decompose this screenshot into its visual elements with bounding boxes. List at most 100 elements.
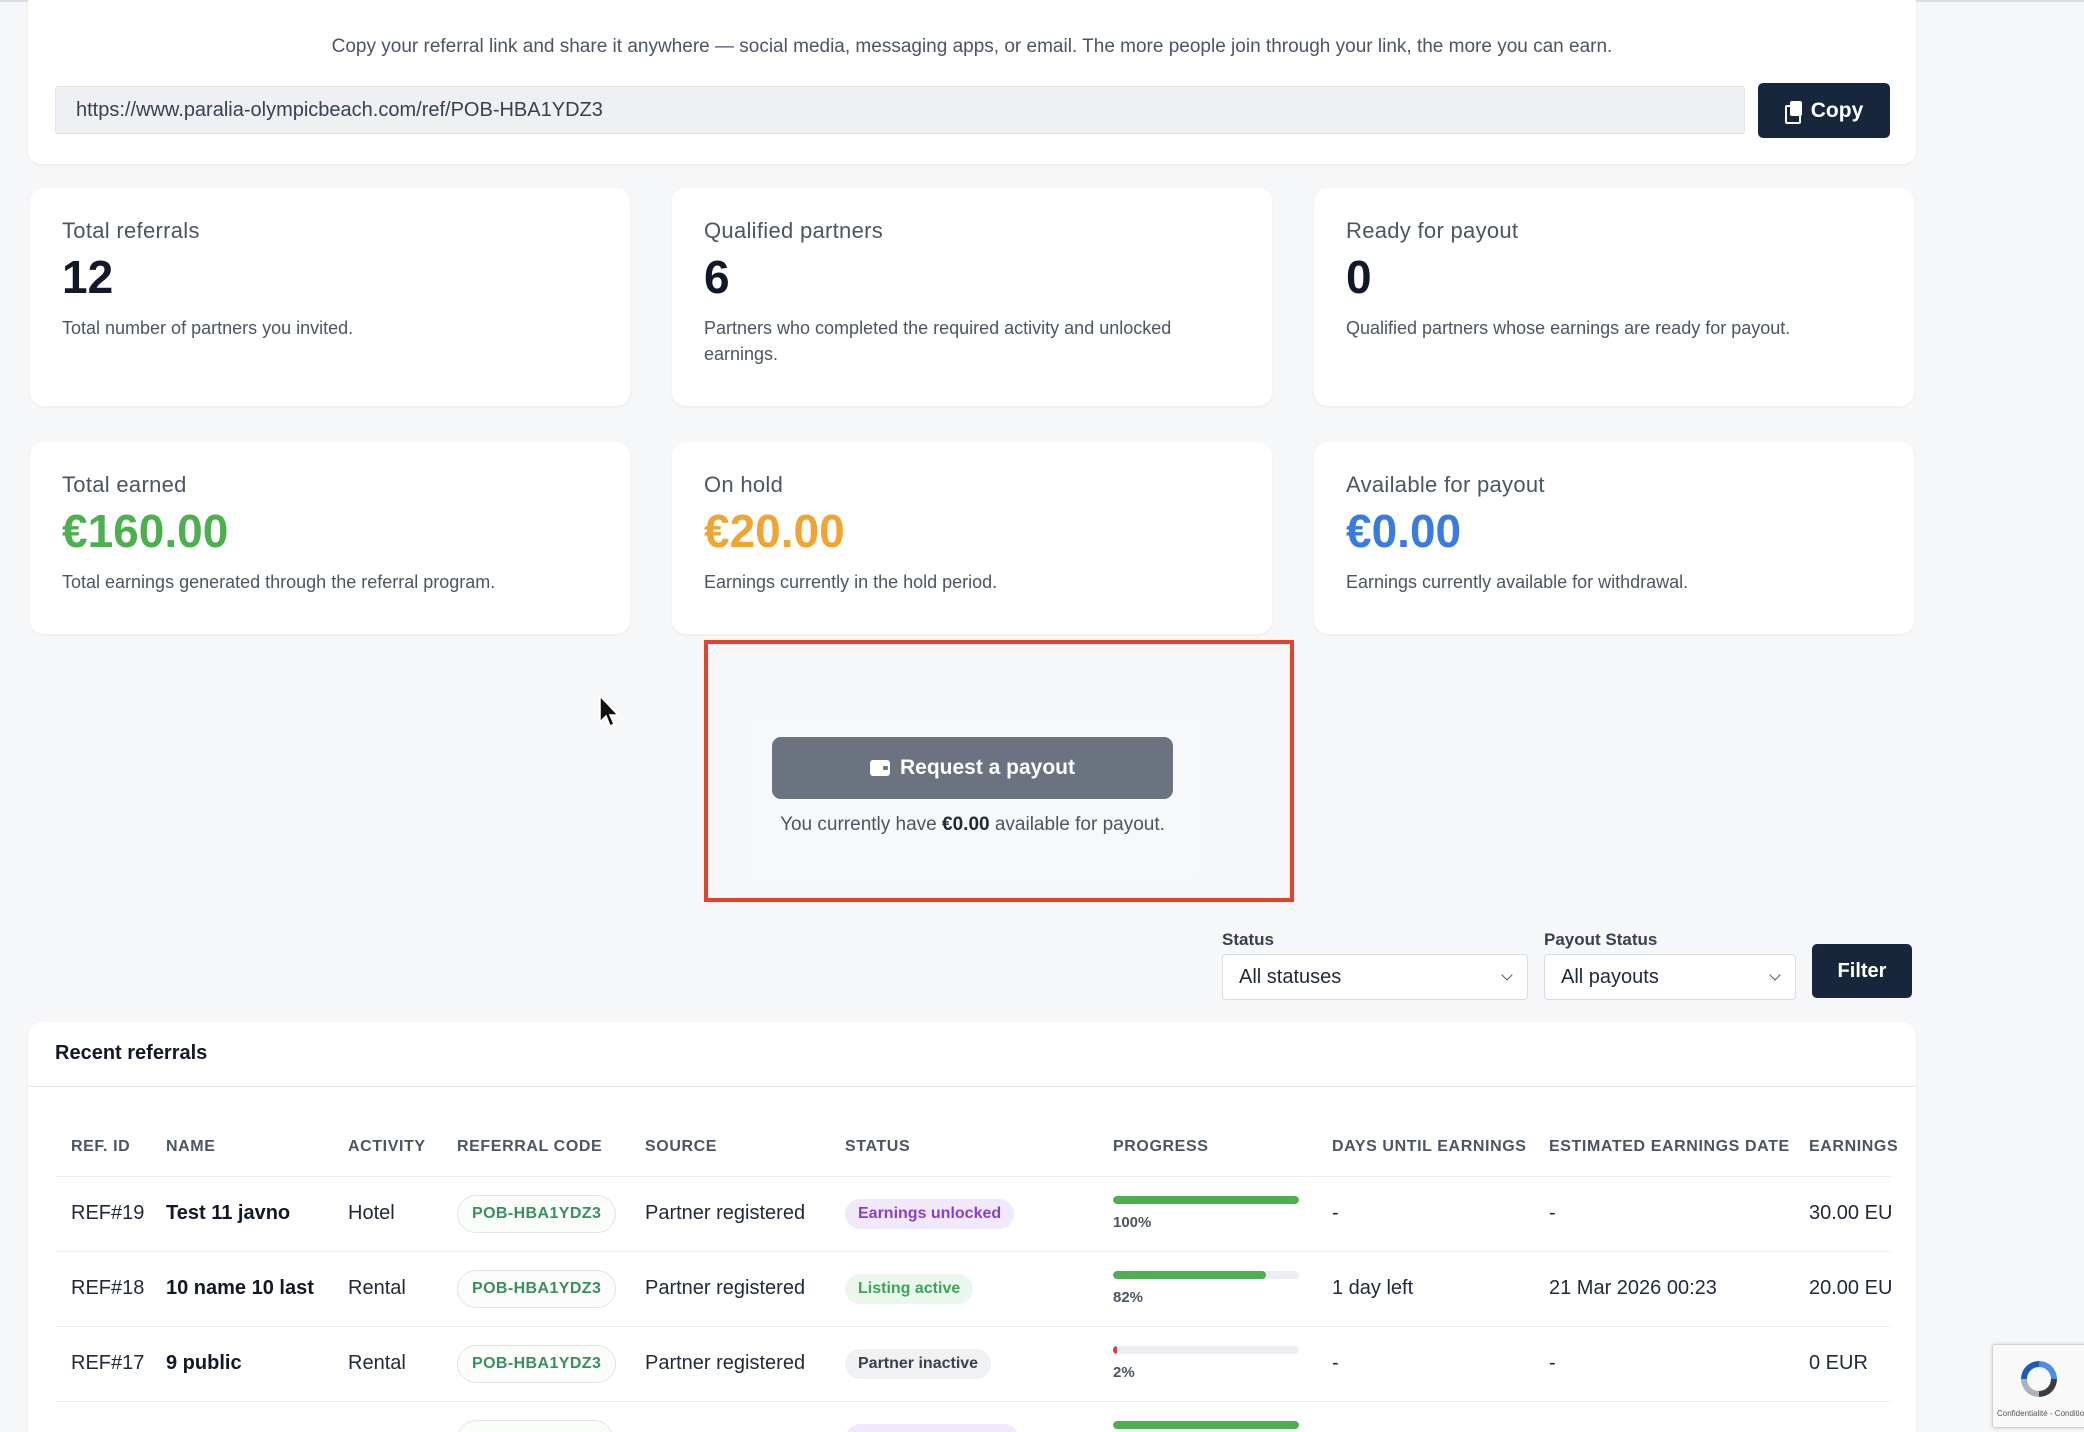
row-divider xyxy=(55,1251,1891,1252)
payout-available-amount: €0.00 xyxy=(942,814,990,835)
stat-card-total-referrals: Total referrals 12 Total number of partn… xyxy=(30,188,630,406)
stat-value: 6 xyxy=(704,251,730,303)
referral-link-intro: Copy your referral link and share it any… xyxy=(331,36,1613,57)
cell-source: Partner registered xyxy=(645,1277,806,1299)
cell-activity: Hotel xyxy=(348,1202,395,1224)
filter-button[interactable]: Filter xyxy=(1812,944,1912,998)
cell-days-until-earnings: - xyxy=(1332,1202,1339,1224)
column-header-progress: PROGRESS xyxy=(1113,1138,1209,1155)
stat-value: €160.00 xyxy=(62,505,229,557)
cell-days-until-earnings: - xyxy=(1332,1352,1339,1374)
row-divider xyxy=(55,1401,1891,1402)
stat-description: Earnings currently available for withdra… xyxy=(1346,571,1689,592)
progress-bar-fill xyxy=(1113,1346,1117,1354)
cell-source: Partner registered xyxy=(645,1352,806,1374)
cell-earnings: 20.00 EUR xyxy=(1809,1277,1891,1299)
stat-label: Total earned xyxy=(62,472,187,497)
column-header-referral-code: REFERRAL CODE xyxy=(457,1138,603,1155)
recent-referrals-card: Recent referrals REF. ID NAME ACTIVITY R… xyxy=(28,1022,1916,1432)
column-header-days-until-earnings: DAYS UNTIL EARNINGS xyxy=(1332,1138,1527,1155)
column-header-status: STATUS xyxy=(845,1138,911,1155)
cell-earnings: 30.00 EUR xyxy=(1809,1202,1891,1224)
row-divider xyxy=(55,1176,1891,1177)
referral-code-badge: POB-HBA1YDZ3 xyxy=(457,1345,617,1383)
status-badge: Partner inactive xyxy=(845,1349,992,1379)
cell-ref-id: REF#18 xyxy=(71,1277,145,1299)
stat-value: 0 xyxy=(1346,251,1372,303)
status-filter-value: All statuses xyxy=(1239,965,1342,988)
stat-label: Qualified partners xyxy=(704,218,884,243)
column-header-source: SOURCE xyxy=(645,1138,718,1155)
column-header-estimated-earnings-date: ESTIMATED EARNINGS DATE xyxy=(1549,1138,1790,1155)
payout-status-filter-label: Payout Status xyxy=(1544,930,1658,949)
cell-ref-id: REF#17 xyxy=(71,1352,145,1374)
cell-ref-id: REF#19 xyxy=(71,1202,145,1224)
stat-card-on-hold: On hold €20.00 Earnings currently in the… xyxy=(672,442,1272,634)
mouse-cursor-icon xyxy=(599,694,620,728)
cell-activity: Rental xyxy=(348,1277,406,1299)
progress-bar xyxy=(1113,1421,1299,1429)
progress-bar xyxy=(1113,1196,1299,1204)
progress-bar-fill xyxy=(1113,1271,1266,1279)
stat-value: €20.00 xyxy=(704,505,845,557)
payout-available-note: You currently have €0.00 available for p… xyxy=(780,814,1165,835)
request-payout-button[interactable]: Request a payout xyxy=(772,737,1173,799)
request-payout-label: Request a payout xyxy=(899,756,1076,779)
stat-card-available-for-payout: Available for payout €0.00 Earnings curr… xyxy=(1314,442,1914,634)
column-header-ref-id: REF. ID xyxy=(71,1138,131,1155)
cell-days-until-earnings: 1 day left xyxy=(1332,1277,1414,1299)
stat-label: Ready for payout xyxy=(1346,218,1519,243)
progress-bar xyxy=(1113,1346,1299,1354)
stat-description: Total earnings generated through the ref… xyxy=(62,571,496,592)
card-header-divider xyxy=(28,1086,1916,1087)
stat-description: Qualified partners whose earnings are re… xyxy=(1346,317,1791,338)
stat-card-qualified-partners: Qualified partners 6 Partners who comple… xyxy=(672,188,1272,406)
referral-link-input[interactable] xyxy=(55,86,1745,134)
referral-code-badge: POB-HBA1YDZ3 xyxy=(457,1195,617,1233)
status-badge xyxy=(845,1424,1019,1432)
status-badge: Listing active xyxy=(845,1274,974,1304)
recaptcha-badge[interactable]: Confidentialité - Conditions xyxy=(1992,1344,2084,1428)
stat-label: Available for payout xyxy=(1346,472,1545,497)
stat-description: Total number of partners you invited. xyxy=(62,317,354,338)
progress-bar-fill xyxy=(1113,1421,1299,1429)
cell-activity: Rental xyxy=(348,1352,406,1374)
progress-percent: 100% xyxy=(1113,1214,1152,1231)
status-filter-select[interactable]: All statuses xyxy=(1222,954,1528,1000)
referral-code-badge xyxy=(457,1420,613,1432)
stat-value: 12 xyxy=(62,251,114,303)
stat-value: €0.00 xyxy=(1346,505,1462,557)
recaptcha-icon xyxy=(2021,1361,2057,1397)
stat-card-ready-for-payout: Ready for payout 0 Qualified partners wh… xyxy=(1314,188,1914,406)
row-divider xyxy=(55,1326,1891,1327)
cell-name: 10 name 10 last xyxy=(166,1277,314,1299)
progress-bar xyxy=(1113,1271,1299,1279)
cell-name: 9 public xyxy=(166,1352,242,1374)
status-filter-label: Status xyxy=(1222,930,1274,949)
stat-description: Earnings currently in the hold period. xyxy=(704,571,998,592)
copy-link-button[interactable]: Copy xyxy=(1758,83,1890,138)
referral-code-badge: POB-HBA1YDZ3 xyxy=(457,1270,617,1308)
payout-status-filter-select[interactable]: All payouts xyxy=(1544,954,1796,1000)
stat-card-total-earned: Total earned €160.00 Total earnings gene… xyxy=(30,442,630,634)
chevron-down-icon xyxy=(1769,969,1781,981)
progress-bar-fill xyxy=(1113,1196,1299,1204)
cell-earnings: 0 EUR xyxy=(1809,1352,1868,1374)
copy-icon xyxy=(1784,100,1803,124)
recent-referrals-title: Recent referrals xyxy=(55,1042,208,1064)
payout-status-filter-value: All payouts xyxy=(1561,965,1659,988)
cell-estimated-earnings-date: - xyxy=(1549,1202,1556,1224)
column-header-earnings: EARNINGS xyxy=(1809,1138,1899,1155)
referral-link-card: Copy your referral link and share it any… xyxy=(28,0,1916,164)
cell-estimated-earnings-date: 21 Mar 2026 00:23 xyxy=(1549,1277,1717,1299)
column-header-name: NAME xyxy=(166,1138,216,1155)
chevron-down-icon xyxy=(1501,969,1513,981)
cell-source: Partner registered xyxy=(645,1202,806,1224)
recaptcha-links[interactable]: Confidentialité - Conditions xyxy=(1997,1409,2084,1418)
stat-label: On hold xyxy=(704,472,784,497)
progress-percent: 82% xyxy=(1113,1289,1144,1306)
status-badge: Earnings unlocked xyxy=(845,1199,1015,1229)
stat-description: Partners who completed the required acti… xyxy=(704,317,1172,364)
cell-name: Test 11 javno xyxy=(166,1202,291,1224)
cell-estimated-earnings-date: - xyxy=(1549,1352,1556,1374)
